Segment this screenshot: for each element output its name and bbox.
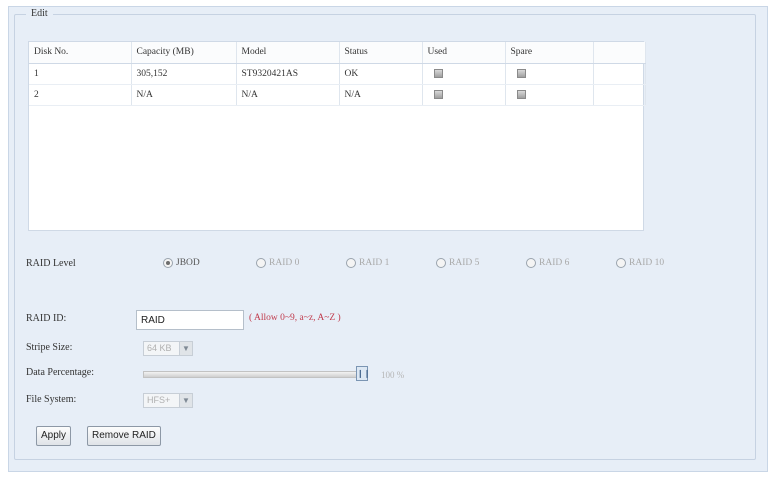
- disk-table-container: Disk No. Capacity (MB) Model Status Used…: [28, 41, 646, 231]
- header-used: Used: [422, 42, 506, 64]
- data-percentage-label: Data Percentage:: [26, 367, 95, 378]
- radio-raid-1[interactable]: RAID 1: [346, 258, 389, 268]
- radio-raid-5[interactable]: RAID 5: [436, 258, 479, 268]
- data-percentage-value: 100 %: [381, 370, 405, 380]
- raid-id-hint: ( Allow 0~9, a~z, A~Z ): [249, 313, 341, 323]
- file-system-label: File System:: [26, 394, 77, 405]
- radio-selected-icon: [163, 258, 173, 268]
- stripe-size-label: Stripe Size:: [26, 342, 73, 353]
- radio-label-raid-1: RAID 1: [359, 258, 390, 268]
- spare-checkbox[interactable]: [516, 68, 526, 78]
- header-status: Status: [339, 42, 423, 64]
- file-system-select[interactable]: HFS+ ▼: [143, 393, 193, 408]
- radio-icon: [436, 258, 446, 268]
- header-model: Model: [236, 42, 340, 64]
- cell-model: N/A: [236, 84, 340, 106]
- cell-empty: [593, 84, 646, 106]
- header-capacity: Capacity (MB): [131, 42, 237, 64]
- raid-id-label: RAID ID:: [26, 313, 67, 324]
- cell-used: [422, 63, 506, 85]
- cell-spare: [505, 63, 594, 85]
- slider-handle-icon[interactable]: ❙❙: [356, 366, 370, 381]
- cell-disk-no: 1: [29, 63, 132, 85]
- raid-level-label: RAID Level: [26, 258, 76, 269]
- stripe-size-select[interactable]: 64 KB ▼: [143, 341, 193, 356]
- chevron-down-icon: ▼: [179, 342, 192, 355]
- used-checkbox[interactable]: [433, 89, 443, 99]
- radio-label-raid-6: RAID 6: [539, 258, 570, 268]
- cell-spare: [505, 84, 594, 106]
- section-title: Edit: [26, 8, 53, 19]
- header-disk-no: Disk No.: [29, 42, 132, 64]
- radio-label-raid-5: RAID 5: [449, 258, 480, 268]
- radio-raid-6[interactable]: RAID 6: [526, 258, 569, 268]
- table-row: 1 305,152 ST9320421AS OK: [29, 63, 646, 85]
- raid-id-input[interactable]: [136, 310, 244, 330]
- chevron-down-icon: ▼: [179, 394, 192, 407]
- data-percentage-slider[interactable]: [143, 371, 363, 378]
- cell-status: OK: [339, 63, 423, 85]
- cell-status: N/A: [339, 84, 423, 106]
- radio-icon: [526, 258, 536, 268]
- cell-capacity: N/A: [131, 84, 237, 106]
- cell-model: ST9320421AS: [236, 63, 340, 85]
- cell-disk-no: 2: [29, 84, 132, 106]
- radio-icon: [256, 258, 266, 268]
- radio-raid-10[interactable]: RAID 10: [616, 258, 664, 268]
- cell-used: [422, 84, 506, 106]
- spare-checkbox[interactable]: [516, 89, 526, 99]
- stripe-size-value: 64 KB: [147, 343, 172, 353]
- radio-icon: [616, 258, 626, 268]
- apply-button[interactable]: Apply: [36, 426, 72, 446]
- cell-capacity: 305,152: [131, 63, 237, 85]
- radio-label-raid-0: RAID 0: [269, 258, 300, 268]
- file-system-value: HFS+: [147, 395, 171, 405]
- header-empty: [593, 42, 646, 64]
- used-checkbox[interactable]: [433, 68, 443, 78]
- remove-raid-button[interactable]: Remove RAID: [87, 426, 161, 446]
- radio-label-raid-10: RAID 10: [629, 258, 665, 268]
- disk-table: Disk No. Capacity (MB) Model Status Used…: [29, 42, 646, 106]
- radio-jbod[interactable]: JBOD: [163, 258, 200, 268]
- table-header-row: Disk No. Capacity (MB) Model Status Used…: [29, 42, 646, 64]
- radio-icon: [346, 258, 356, 268]
- table-row: 2 N/A N/A N/A: [29, 84, 646, 106]
- radio-label-jbod: JBOD: [176, 258, 200, 268]
- header-spare: Spare: [505, 42, 594, 64]
- radio-raid-0[interactable]: RAID 0: [256, 258, 299, 268]
- cell-empty: [593, 63, 646, 85]
